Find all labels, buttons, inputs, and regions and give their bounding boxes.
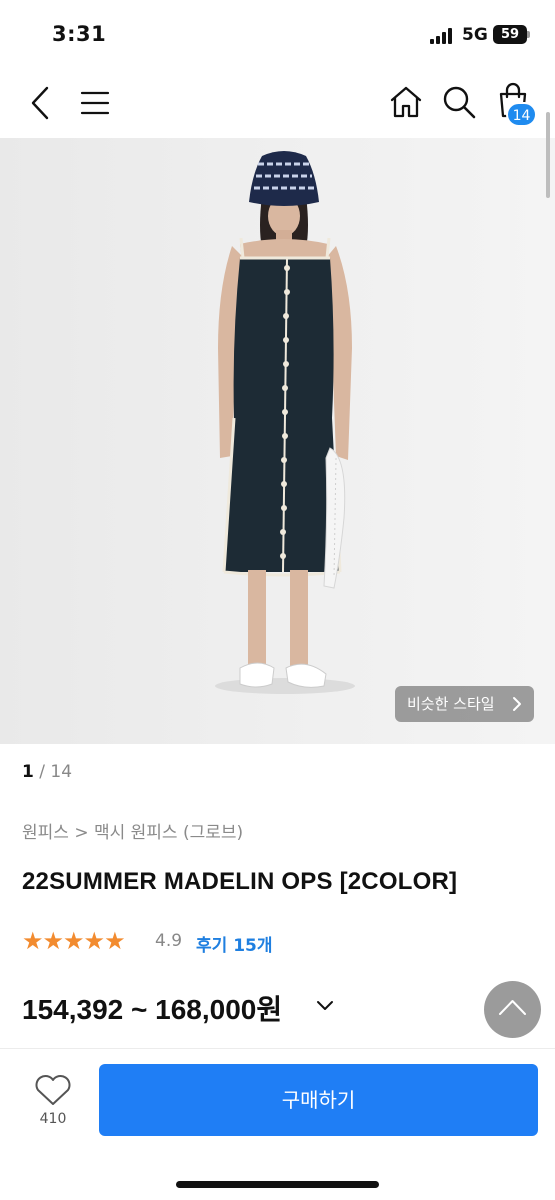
buy-button[interactable]: 구매하기 bbox=[99, 1064, 538, 1136]
chevron-right-icon bbox=[513, 697, 521, 711]
breadcrumb[interactable]: 원피스 > 맥시 원피스 (그로브) bbox=[22, 818, 243, 843]
home-icon[interactable] bbox=[389, 85, 423, 119]
similar-style-label: 비슷한 스타일 bbox=[407, 695, 495, 713]
product-title: 22SUMMER MADELIN OPS [2COLOR] bbox=[22, 868, 458, 895]
back-icon[interactable] bbox=[28, 86, 52, 120]
like-button[interactable]: 410 bbox=[30, 1072, 76, 1132]
scroll-indicator[interactable] bbox=[546, 112, 550, 198]
status-bar: 3:31 5G 59 bbox=[0, 0, 555, 68]
pager-current: 1 bbox=[22, 762, 34, 782]
rating-value: 4.9 bbox=[155, 931, 183, 951]
rating-stars: ★★★★★ bbox=[22, 927, 126, 955]
product-image[interactable] bbox=[0, 138, 555, 744]
pager-total: 14 bbox=[50, 762, 73, 782]
status-time: 3:31 bbox=[52, 22, 107, 46]
product-price: 154,392 ~ 168,000원 bbox=[22, 994, 283, 1025]
like-count: 410 bbox=[39, 1111, 67, 1127]
review-count-link[interactable]: 후기 15개 bbox=[196, 931, 273, 956]
battery-icon: 59 bbox=[493, 25, 527, 44]
chevron-down-icon[interactable] bbox=[316, 1000, 334, 1012]
search-icon[interactable] bbox=[442, 85, 476, 119]
heart-icon bbox=[35, 1075, 71, 1105]
signal-icon bbox=[430, 28, 454, 44]
chevron-up-icon bbox=[499, 1000, 526, 1015]
similar-style-button[interactable]: 비슷한 스타일 bbox=[395, 686, 534, 722]
model-photo bbox=[0, 138, 555, 744]
home-indicator bbox=[176, 1181, 379, 1188]
scroll-to-top-button[interactable] bbox=[484, 981, 541, 1038]
battery-tip bbox=[527, 31, 530, 38]
network-type: 5G bbox=[462, 25, 488, 45]
menu-icon[interactable] bbox=[80, 90, 110, 116]
image-pager: 1 / 14 bbox=[22, 762, 72, 782]
top-nav bbox=[0, 68, 555, 138]
pager-separator: / bbox=[39, 762, 51, 782]
cart-count-badge: 14 bbox=[506, 102, 537, 127]
